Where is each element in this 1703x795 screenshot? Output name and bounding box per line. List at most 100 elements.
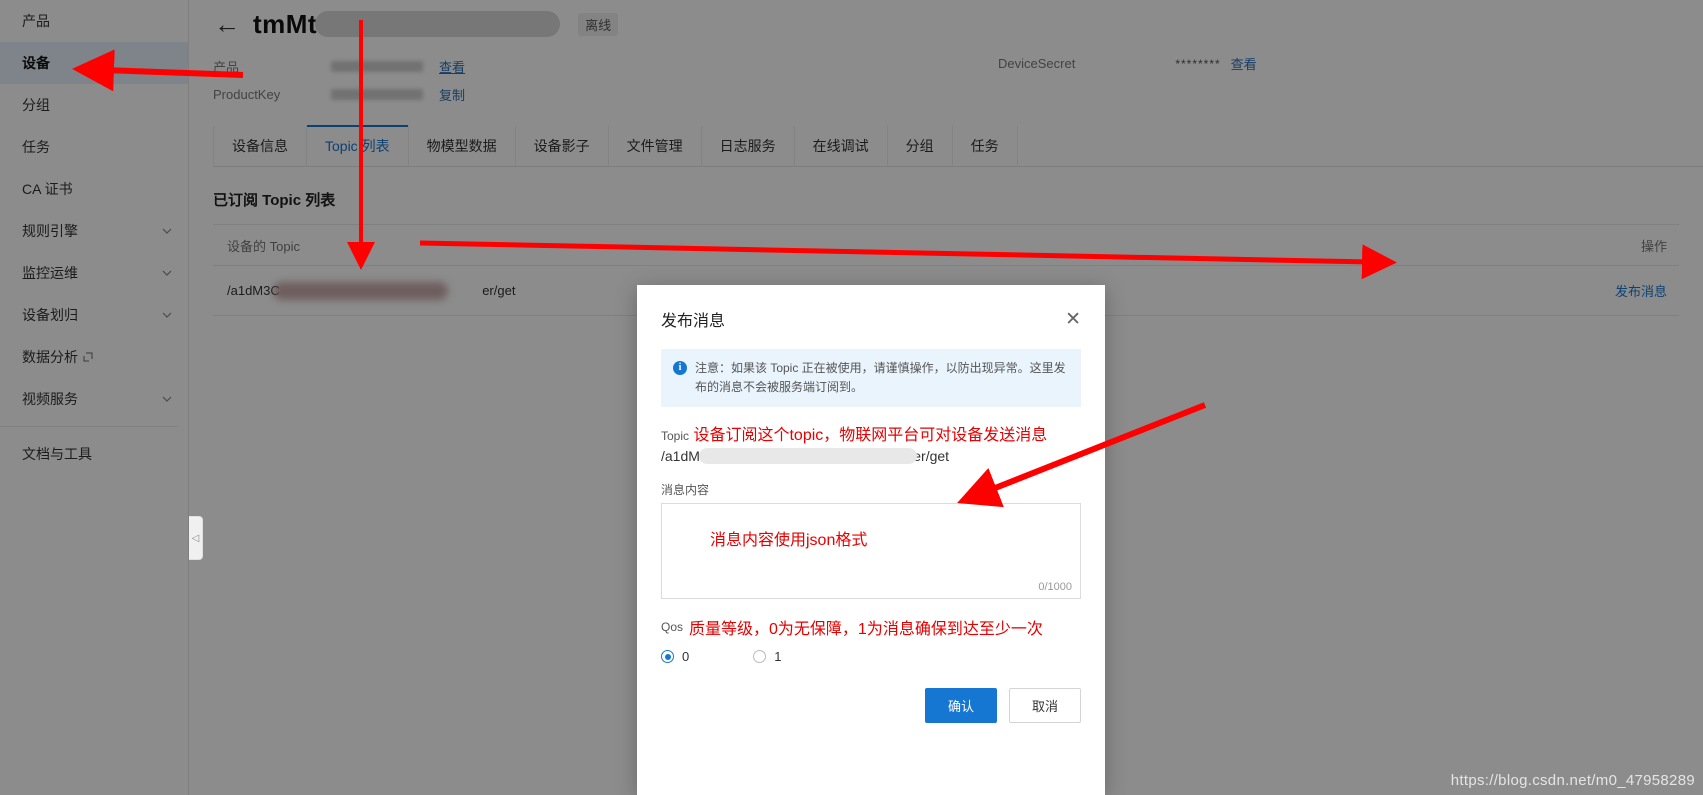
topic-prefix: /a1dM3C — [227, 283, 280, 298]
tab-bar: 设备信息 Topic 列表 物模型数据 设备影子 文件管理 日志服务 在线调试 … — [213, 125, 1703, 167]
tab-groups[interactable]: 分组 — [888, 126, 953, 166]
sidebar-item-label: 监控运维 — [22, 265, 78, 281]
tab-label: 设备信息 — [232, 138, 288, 154]
message-input[interactable]: 消息内容使用json格式 0/1000 — [661, 503, 1081, 600]
device-secret-masked: ******** — [1175, 56, 1221, 71]
sidebar-item-device-assignment[interactable]: 设备划归 — [0, 294, 188, 336]
device-secret-block: DeviceSecret ******** 查看 — [998, 54, 1257, 73]
publish-message-link[interactable]: 发布消息 — [1615, 284, 1667, 299]
app-root: 产品 设备 分组 任务 CA 证书 规则引擎 监控运维 设备划归 数据分析 视频… — [0, 0, 1703, 795]
radio-selected-icon — [661, 650, 674, 664]
message-annotation: 消息内容使用json格式 — [710, 532, 868, 550]
tab-tasks[interactable]: 任务 — [953, 126, 1018, 166]
sidebar-item-label: 设备 — [22, 55, 50, 71]
status-badge: 离线 — [578, 12, 619, 36]
sidebar: 产品 设备 分组 任务 CA 证书 规则引擎 监控运维 设备划归 数据分析 视频… — [0, 0, 189, 795]
sidebar-item-monitoring[interactable]: 监控运维 — [0, 252, 188, 294]
tab-label: 文件管理 — [626, 138, 683, 154]
tab-log-service[interactable]: 日志服务 — [702, 126, 795, 166]
dialog-alert: i 注意：如果该 Topic 正在被使用，请谨慎操作，以防出现异常。这里发布的消… — [661, 349, 1081, 408]
sidebar-item-label: 任务 — [22, 139, 50, 155]
sidebar-item-devices[interactable]: 设备 — [0, 42, 188, 84]
confirm-button[interactable]: 确认 — [924, 688, 997, 723]
topic-label-row: Topic 设备订阅这个topic，物联网平台可对设备发送消息 — [661, 421, 1081, 445]
view-device-secret-link[interactable]: 查看 — [1231, 54, 1257, 73]
external-link-icon — [83, 349, 93, 365]
close-icon[interactable]: ✕ — [1065, 310, 1081, 329]
view-product-link[interactable]: 查看 — [439, 57, 465, 76]
dialog-footer: 确认 取消 — [924, 688, 1081, 723]
sidebar-item-label: 设备划归 — [22, 307, 78, 323]
message-counter: 0/1000 — [1038, 581, 1072, 594]
sidebar-item-video-service[interactable]: 视频服务 — [0, 378, 188, 420]
column-header-topic: 设备的 Topic — [227, 238, 300, 254]
sidebar-divider — [0, 426, 178, 427]
sidebar-item-label: 规则引擎 — [22, 223, 78, 239]
sidebar-item-rule-engine[interactable]: 规则引擎 — [0, 210, 188, 252]
page-header: ← tmMt 离线 产品 查看 ProductKey 复制 DeviceSecr… — [189, 0, 1703, 108]
info-icon: i — [673, 361, 687, 375]
chevron-down-icon — [162, 310, 172, 320]
sidebar-item-tasks[interactable]: 任务 — [0, 126, 188, 168]
tab-label: 日志服务 — [719, 138, 776, 154]
tab-label: Topic 列表 — [325, 138, 390, 154]
meta-row-productkey: ProductKey 复制 — [213, 80, 1679, 108]
tab-label: 物模型数据 — [426, 138, 497, 154]
message-label: 消息内容 — [661, 483, 710, 498]
topic-suffix: er/get — [482, 283, 516, 298]
sidebar-item-ca-certificate[interactable]: CA 证书 — [0, 168, 188, 210]
sidebar-item-groups[interactable]: 分组 — [0, 84, 188, 126]
sidebar-item-products[interactable]: 产品 — [0, 0, 188, 42]
sidebar-item-label: 数据分析 — [22, 349, 78, 365]
meta-row-product: 产品 查看 — [213, 52, 1679, 80]
device-name-redaction — [315, 11, 561, 37]
chevron-down-icon — [162, 268, 172, 278]
sidebar-item-label: 产品 — [22, 13, 50, 29]
topic-value: /a1dM0000000000000000000000000/user/get — [661, 445, 1081, 467]
publish-message-dialog: 发布消息 ✕ i 注意：如果该 Topic 正在被使用，请谨慎操作，以防出现异常… — [637, 285, 1105, 795]
cell-action: 发布消息 — [1529, 281, 1679, 300]
column-header-action: 操作 — [1640, 238, 1667, 254]
chevron-left-icon: ◁ — [191, 532, 200, 544]
meta-label: 产品 — [213, 59, 240, 75]
tab-online-debug[interactable]: 在线调试 — [795, 126, 888, 166]
topic-value-redaction — [273, 281, 448, 300]
qos-option-1[interactable]: 1 — [753, 649, 781, 664]
message-field: 消息内容 消息内容使用json格式 0/1000 — [661, 481, 1081, 600]
qos-row: Qos 质量等级，0为无保障，1为消息确保到达至少一次 — [661, 615, 1081, 639]
qos-option-0[interactable]: 0 — [661, 649, 689, 664]
tab-file-management[interactable]: 文件管理 — [609, 126, 702, 166]
tab-label: 分组 — [905, 138, 934, 154]
productkey-value-redaction — [331, 88, 423, 100]
cancel-button[interactable]: 取消 — [1008, 688, 1081, 723]
tab-thing-model-data[interactable]: 物模型数据 — [409, 126, 516, 166]
tab-label: 在线调试 — [812, 138, 869, 154]
product-value-redaction — [331, 60, 423, 72]
meta-label: ProductKey — [213, 86, 281, 102]
device-secret-label: DeviceSecret — [998, 56, 1076, 71]
topic-label: Topic — [661, 429, 690, 444]
qos-annotation: 质量等级，0为无保障，1为消息确保到达至少一次 — [689, 621, 1043, 639]
copy-productkey-link[interactable]: 复制 — [439, 85, 465, 104]
back-arrow-icon[interactable]: ← — [213, 11, 241, 37]
qos-option-label: 0 — [682, 649, 690, 665]
sidebar-item-label: 视频服务 — [22, 391, 78, 407]
topic-value-prefix: /a1dM — [661, 448, 700, 465]
chevron-down-icon — [162, 394, 172, 404]
sidebar-item-docs-and-tools[interactable]: 文档与工具 — [0, 433, 188, 475]
sidebar-collapse-handle[interactable]: ◁ — [189, 516, 203, 560]
table-header-row: 设备的 Topic 操作 — [213, 224, 1679, 266]
title-row: ← tmMt 离线 — [213, 0, 1679, 46]
radio-unselected-icon — [753, 650, 767, 664]
tab-device-info[interactable]: 设备信息 — [213, 126, 307, 166]
tab-device-shadow[interactable]: 设备影子 — [516, 126, 609, 166]
topic-value-redaction — [699, 448, 917, 465]
sidebar-item-label: 分组 — [22, 97, 50, 113]
watermark: https://blog.csdn.net/m0_47958289 — [1450, 772, 1695, 789]
sidebar-item-data-analysis[interactable]: 数据分析 — [0, 336, 188, 378]
dialog-header: 发布消息 ✕ — [637, 285, 1105, 331]
tab-label: 任务 — [970, 138, 999, 154]
tab-label: 设备影子 — [533, 138, 590, 154]
qos-radio-group: 0 1 — [661, 649, 1081, 664]
tab-topic-list[interactable]: Topic 列表 — [307, 125, 409, 166]
